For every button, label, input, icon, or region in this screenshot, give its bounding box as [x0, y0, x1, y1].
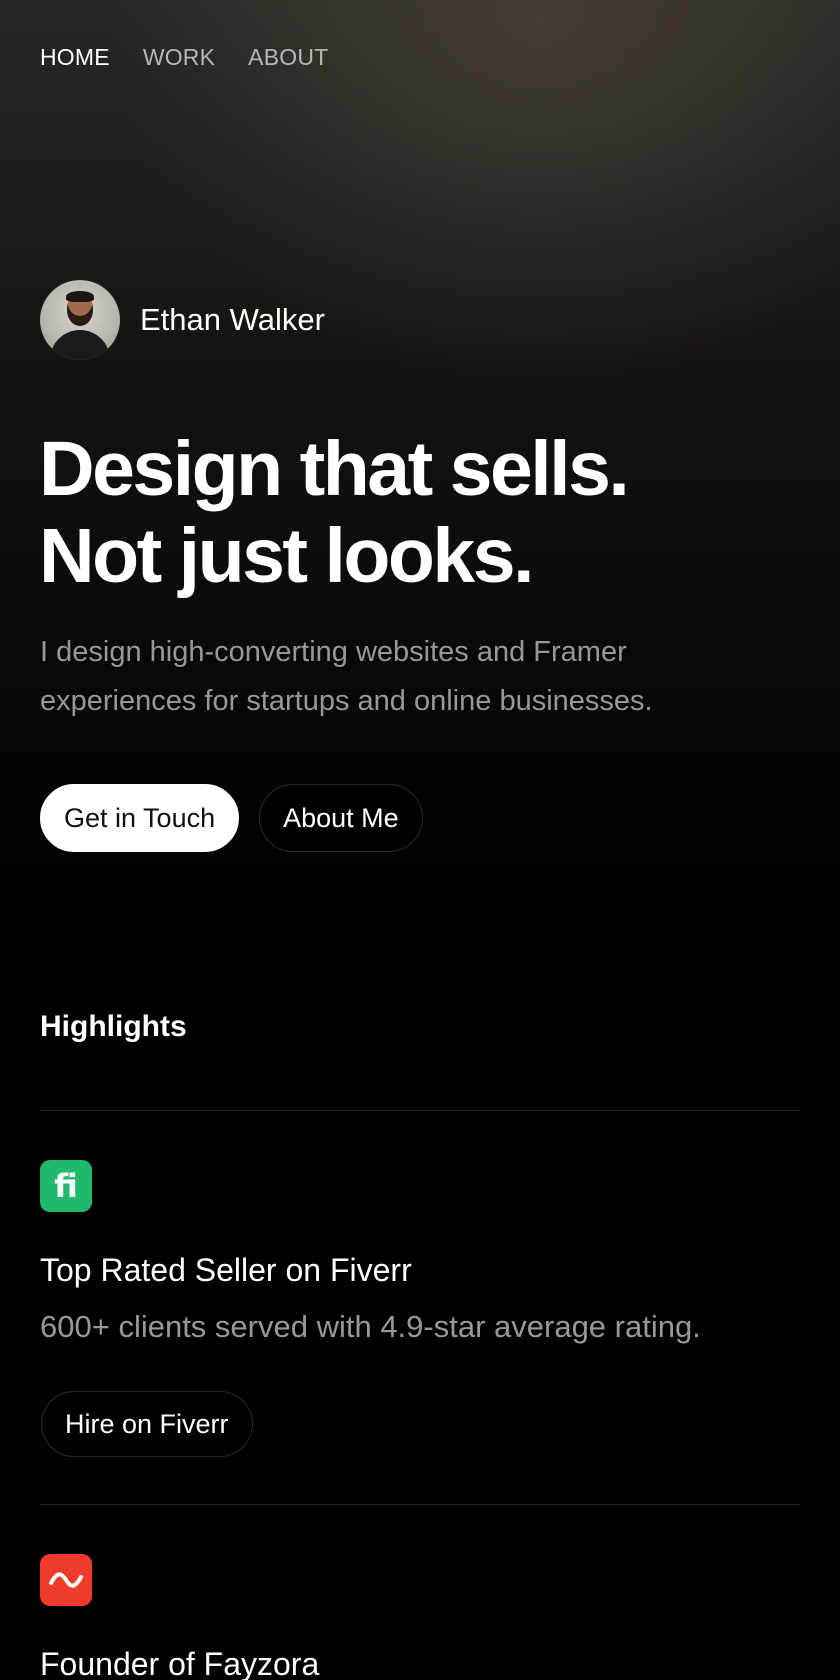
- hero-actions: Get in Touch About Me: [40, 784, 423, 852]
- divider: [40, 1110, 800, 1111]
- fayzora-icon: [40, 1554, 92, 1606]
- nav-about[interactable]: ABOUT: [248, 44, 328, 71]
- wave-icon: [49, 1572, 83, 1588]
- portfolio-page: HOME WORK ABOUT Ethan Walker Design that…: [0, 0, 840, 1680]
- hero-subtitle-line-2: experiences for startups and online busi…: [40, 685, 653, 717]
- highlight-description-fiverr: 600+ clients served with 4.9-star averag…: [40, 1309, 701, 1344]
- nav-home[interactable]: HOME: [40, 44, 110, 71]
- hero-subtitle-line-1: I design high-converting websites and Fr…: [40, 636, 627, 668]
- get-in-touch-button[interactable]: Get in Touch: [40, 784, 240, 852]
- hero-headline-line-1: Design that sells.: [39, 426, 630, 512]
- about-me-button[interactable]: About Me: [259, 784, 423, 852]
- profile: Ethan Walker: [40, 280, 325, 360]
- profile-name: Ethan Walker: [140, 302, 325, 337]
- hero-headline: Design that sells. Not just looks.: [39, 426, 630, 600]
- highlight-title-fayzora: Founder of Fayzora: [40, 1646, 320, 1680]
- avatar: [40, 280, 120, 360]
- hero-headline-line-2: Not just looks.: [39, 513, 534, 599]
- highlights-title: Highlights: [40, 1010, 187, 1043]
- highlight-title-fiverr: Top Rated Seller on Fiverr: [40, 1252, 412, 1288]
- divider: [40, 1504, 800, 1505]
- nav-work[interactable]: WORK: [143, 44, 215, 71]
- avatar-body: [50, 330, 110, 360]
- fiverr-icon: fi: [40, 1160, 92, 1212]
- top-nav: HOME WORK ABOUT: [40, 44, 328, 71]
- hire-on-fiverr-button[interactable]: Hire on Fiverr: [41, 1391, 253, 1457]
- avatar-hair: [66, 291, 94, 302]
- hero-subtitle: I design high-converting websites and Fr…: [40, 628, 800, 726]
